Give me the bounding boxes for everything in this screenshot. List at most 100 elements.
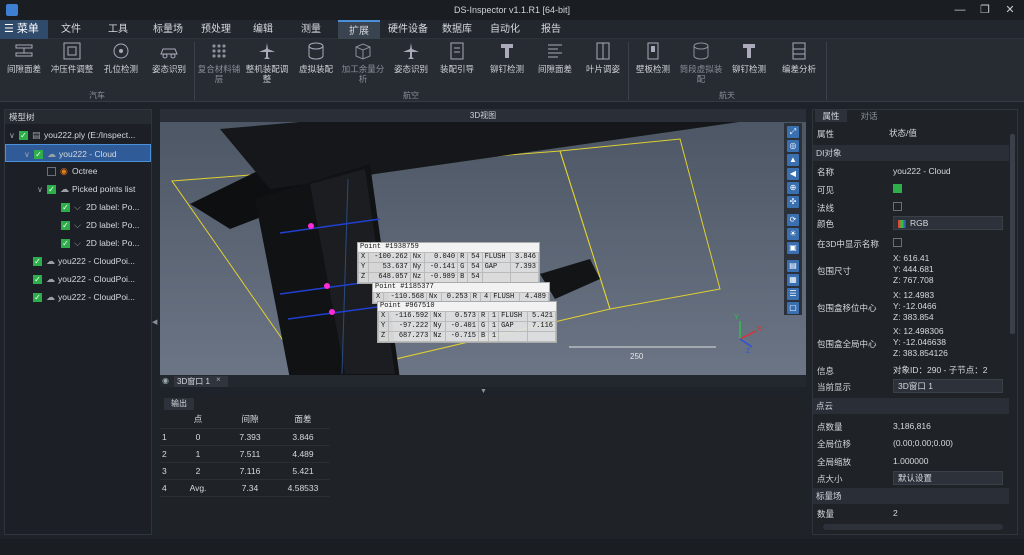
close-tab-icon[interactable]: × <box>216 375 221 384</box>
tree-item[interactable]: ∨ ✓ ▤ you222.ply (E:/Inspect... <box>5 126 151 144</box>
visible-checkbox[interactable] <box>893 184 902 193</box>
section-di: DI对象 <box>813 145 1009 161</box>
tab-extend[interactable]: 扩展 <box>338 20 380 39</box>
tab-properties[interactable]: 属性 <box>815 110 847 122</box>
ribbon-label: 装配引导 <box>439 64 474 74</box>
maximize-icon[interactable]: ❐ <box>975 2 995 18</box>
tree-checkbox[interactable]: ✓ <box>19 131 28 141</box>
tree-item[interactable]: ✓ ☁ you222 - CloudPoi... <box>5 252 151 270</box>
tree-item[interactable]: ✓ ☁ you222 - CloudPoi... <box>5 270 151 288</box>
ribbon-deviation-button[interactable]: 编差分析 <box>776 41 822 87</box>
output-tab[interactable]: 输出 <box>164 398 194 410</box>
tree-item[interactable]: ✓ ⌵ 2D label: Po... <box>5 234 151 252</box>
table-cell: 4.489 <box>276 445 330 463</box>
ribbon-virtual-assembly-button[interactable]: 虚拟装配 <box>294 41 338 87</box>
collapse-left-icon[interactable]: ◀ <box>152 318 158 326</box>
tree-checkbox[interactable]: ✓ <box>33 293 42 303</box>
prop-value[interactable]: you222 - Cloud <box>893 166 951 177</box>
tree-checkbox[interactable]: ✓ <box>61 239 70 249</box>
column-header[interactable]: 间隙 <box>224 411 276 429</box>
table-row[interactable]: 3 2 7.116 5.421 <box>160 462 330 480</box>
close-icon[interactable]: ✕ <box>1000 2 1020 18</box>
zoom-icon[interactable]: ⊕ <box>787 182 799 194</box>
expand-arrow-icon[interactable]: ∨ <box>37 181 47 199</box>
layer-icon[interactable]: ▤ <box>787 260 799 272</box>
ribbon-space-rivet-button[interactable]: 铆钉检测 <box>728 41 770 87</box>
table-row[interactable]: 4 Avg. 7.34 4.58533 <box>160 479 330 497</box>
ribbon-pose-button[interactable]: 姿态识别 <box>148 41 190 87</box>
ribbon-panel-button[interactable]: 壁板检测 <box>632 41 674 87</box>
ribbon-machining-button[interactable]: 加工余量分析 <box>340 41 386 87</box>
ribbon-guide-button[interactable]: 装配引导 <box>436 41 478 87</box>
top-view-icon[interactable]: ▲ <box>787 154 799 166</box>
ribbon-gap-flush-button[interactable]: 间隙面差 <box>4 41 44 87</box>
ribbon-barrel-button[interactable]: 筒段虚拟装配 <box>678 41 724 87</box>
tab-database[interactable]: 数据库 <box>436 20 478 39</box>
main-menu-button[interactable]: ☰ 菜单 <box>0 20 48 39</box>
minimize-icon[interactable]: — <box>950 2 970 18</box>
tree-item[interactable]: ✓ ⌵ 2D label: Po... <box>5 198 151 216</box>
column-header[interactable] <box>160 411 172 429</box>
column-header[interactable]: 点 <box>172 411 224 429</box>
tab-tools[interactable]: 工具 <box>98 20 138 39</box>
tab-report[interactable]: 报告 <box>534 20 568 39</box>
ribbon-stamping-button[interactable]: 冲压件调整 <box>50 41 94 87</box>
3d-viewport[interactable]: Y X Z 250 Point #1938759 X -100.262 Nx 0.040… <box>160 109 806 375</box>
front-view-icon[interactable]: ◎ <box>787 140 799 152</box>
screenshot-icon[interactable]: ▢ <box>787 302 799 314</box>
props-h-scrollbar[interactable] <box>823 524 1003 530</box>
props-v-scrollbar[interactable] <box>1010 134 1015 334</box>
grid-icon[interactable]: ▦ <box>787 274 799 286</box>
expand-arrow-icon[interactable]: ∨ <box>9 127 19 145</box>
display-select[interactable]: 3D窗口 1 <box>893 379 1003 393</box>
column-header[interactable]: 面差 <box>276 411 330 429</box>
point-size-select[interactable]: 默认设置 <box>893 471 1003 485</box>
prop-key: 名称 <box>817 167 835 177</box>
tree-checkbox[interactable]: ✓ <box>34 150 43 160</box>
ribbon-hole-button[interactable]: 孔位检测 <box>100 41 142 87</box>
perspective-icon[interactable]: ▣ <box>787 242 799 254</box>
color-select[interactable]: RGB <box>893 216 1003 230</box>
tree-checkbox[interactable]: ✓ <box>47 185 56 195</box>
tree-checkbox[interactable]: ✓ <box>61 203 70 213</box>
point-label[interactable]: Point #1938759 X -100.262 Nx 0.040 R 54 FLUSH 3.… <box>357 242 540 284</box>
show3d-checkbox[interactable] <box>893 238 902 247</box>
rotate-icon[interactable]: ⟳ <box>787 214 799 226</box>
tree-checkbox[interactable]: ✓ <box>61 221 70 231</box>
fit-view-icon[interactable]: ⤢ <box>787 126 799 138</box>
expand-arrow-icon[interactable]: ∨ <box>24 146 34 164</box>
tab-dialog[interactable]: 对话 <box>851 110 887 122</box>
tree-checkbox[interactable] <box>47 167 56 177</box>
tree-item[interactable]: ∨ ✓ ☁ you222 - Cloud <box>5 144 151 162</box>
tab-measure[interactable]: 测量 <box>292 20 330 39</box>
guide-icon <box>450 42 464 60</box>
table-row[interactable]: 1 0 7.393 3.846 <box>160 428 330 446</box>
tree-checkbox[interactable]: ✓ <box>33 257 42 267</box>
light-icon[interactable]: ☀ <box>787 228 799 240</box>
tree-item[interactable]: ✓ ☁ you222 - CloudPoi... <box>5 288 151 306</box>
point-label[interactable]: Point #967510 X -116.592 Nx 0.573 R 1 FLUSH 5.42… <box>377 301 557 343</box>
ribbon-composite-button[interactable]: 复合材料铺层 <box>196 41 242 87</box>
tab-preprocess[interactable]: 预处理 <box>194 20 238 39</box>
tree-checkbox[interactable]: ✓ <box>33 275 42 285</box>
collapse-down-icon[interactable]: ▼ <box>480 388 487 395</box>
table-row[interactable]: 2 1 7.511 4.489 <box>160 445 330 463</box>
ribbon-rivet-button[interactable]: 铆钉检测 <box>486 41 528 87</box>
tab-hardware[interactable]: 硬件设备 <box>384 20 432 39</box>
ribbon-aero-gap-button[interactable]: 间隙面差 <box>534 41 576 87</box>
tab-edit[interactable]: 编辑 <box>244 20 282 39</box>
viewport-tabs: ◉ 3D窗口 1 × <box>160 375 806 387</box>
tab-file[interactable]: 文件 <box>52 20 90 39</box>
normals-checkbox[interactable] <box>893 202 902 211</box>
ribbon-aircraft-assembly-button[interactable]: 整机装配调整 <box>244 41 290 87</box>
left-view-icon[interactable]: ◀ <box>787 168 799 180</box>
measure-icon[interactable]: ☰ <box>787 288 799 300</box>
pan-icon[interactable]: ✣ <box>787 196 799 208</box>
tab-scalar-field[interactable]: 标量场 <box>146 20 190 39</box>
ribbon-aero-pose-button[interactable]: 姿态识别 <box>390 41 432 87</box>
tree-item[interactable]: ✓ ⌵ 2D label: Po... <box>5 216 151 234</box>
ribbon-blade-button[interactable]: 叶片调姿 <box>582 41 624 87</box>
tab-automation[interactable]: 自动化 <box>484 20 526 39</box>
tree-item[interactable]: ◉ Octree <box>5 162 151 180</box>
tree-item[interactable]: ∨ ✓ ☁ Picked points list <box>5 180 151 198</box>
